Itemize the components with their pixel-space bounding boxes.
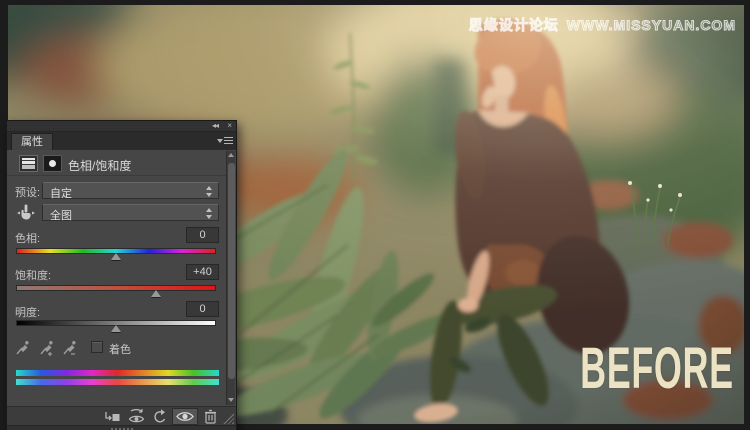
chevron-down-icon xyxy=(217,139,223,143)
adjustment-stripes-icon-inner xyxy=(22,158,35,169)
scroll-up-button[interactable] xyxy=(228,151,235,160)
tab-properties[interactable]: 属性 xyxy=(11,133,53,150)
before-label: BEFORE xyxy=(580,336,734,401)
panel-bottom-strip xyxy=(7,425,236,430)
saturation-slider-track[interactable] xyxy=(16,285,216,291)
colorize-checkbox[interactable] xyxy=(91,341,103,353)
adjustment-title: 色相/饱和度 xyxy=(68,159,132,173)
clip-indicator-icon xyxy=(43,155,62,172)
channel-value: 全图 xyxy=(50,210,72,222)
lightness-slider[interactable] xyxy=(16,320,216,332)
scroll-down-button[interactable] xyxy=(228,396,235,405)
lightness-slider-thumb[interactable] xyxy=(111,325,121,332)
lightness-label: 明度: xyxy=(15,307,41,319)
preset-value: 自定 xyxy=(50,188,72,200)
view-previous-state-button[interactable] xyxy=(128,408,145,425)
saturation-value-input[interactable]: +40 xyxy=(186,264,219,280)
photoshop-workspace: 思缘设计论坛 WWW.MISSYUAN.COM BEFORE ◂◂ × 属性 色相… xyxy=(0,0,750,430)
preset-row: 预设: 自定 xyxy=(7,182,236,200)
select-stepper-icon xyxy=(206,186,213,197)
panel-menu-button[interactable] xyxy=(217,136,233,147)
reset-button[interactable] xyxy=(153,408,167,425)
clip-to-layer-button[interactable] xyxy=(104,408,121,425)
lightness-value-input[interactable]: 0 xyxy=(186,301,219,317)
eyedropper-icon[interactable] xyxy=(15,338,30,356)
collapse-to-icons-button[interactable]: ◂◂ xyxy=(212,121,219,131)
menu-lines-icon xyxy=(224,137,233,146)
hue-slider[interactable] xyxy=(16,248,216,260)
saturation-slider[interactable] xyxy=(16,285,216,297)
spectrum-bar-input xyxy=(16,370,219,376)
watermark-site-url: WWW.MISSYUAN.COM xyxy=(566,17,736,34)
scrollbar-thumb[interactable] xyxy=(228,163,235,379)
select-stepper-icon xyxy=(206,208,213,219)
eyedropper-minus-icon[interactable] xyxy=(62,338,77,356)
properties-panel: ◂◂ × 属性 色相/饱和度 预设: 自定 全图 色相: 0 饱和度: +40 … xyxy=(6,120,237,430)
delete-adjustment-button[interactable] xyxy=(204,408,217,425)
panel-title-strip: ◂◂ × xyxy=(7,121,236,132)
saturation-label: 饱和度: xyxy=(15,270,52,282)
preset-select[interactable]: 自定 xyxy=(42,182,219,200)
hue-slider-thumb[interactable] xyxy=(111,253,121,260)
spectrum-bar-output xyxy=(16,379,219,385)
panel-tab-bar: 属性 xyxy=(7,132,236,150)
panel-scrollbar xyxy=(226,151,235,405)
channel-row: 全图 xyxy=(7,204,236,222)
site-watermark: 思缘设计论坛 WWW.MISSYUAN.COM xyxy=(468,15,736,35)
watermark-site-name: 思缘设计论坛 xyxy=(468,17,559,34)
saturation-slider-thumb[interactable] xyxy=(151,290,161,297)
preset-label: 预设: xyxy=(15,187,41,199)
hue-value-input[interactable]: 0 xyxy=(186,227,219,243)
saturation-row: 饱和度: +40 xyxy=(7,264,236,283)
visibility-toggle-button[interactable] xyxy=(172,408,198,425)
adjustment-stripes-icon xyxy=(19,155,38,172)
clip-indicator-dot xyxy=(49,160,56,167)
panel-content: 色相/饱和度 预设: 自定 全图 色相: 0 饱和度: +40 明度: 0 着色 xyxy=(7,150,236,406)
targeted-adjustment-hand-icon[interactable] xyxy=(17,204,35,220)
eyedropper-row: 着色 xyxy=(7,338,236,358)
lightness-row: 明度: 0 xyxy=(7,301,236,320)
adjustment-toolbar xyxy=(7,406,236,425)
hue-label: 色相: xyxy=(15,233,41,245)
close-panel-button[interactable]: × xyxy=(227,121,232,131)
hue-row: 色相: 0 xyxy=(7,227,236,246)
adjustment-header-row: 色相/饱和度 xyxy=(7,152,236,176)
colorize-label: 着色 xyxy=(109,344,131,356)
channel-select[interactable]: 全图 xyxy=(42,204,219,222)
eyedropper-plus-icon[interactable] xyxy=(39,338,54,356)
panel-resize-grip[interactable] xyxy=(223,413,234,424)
